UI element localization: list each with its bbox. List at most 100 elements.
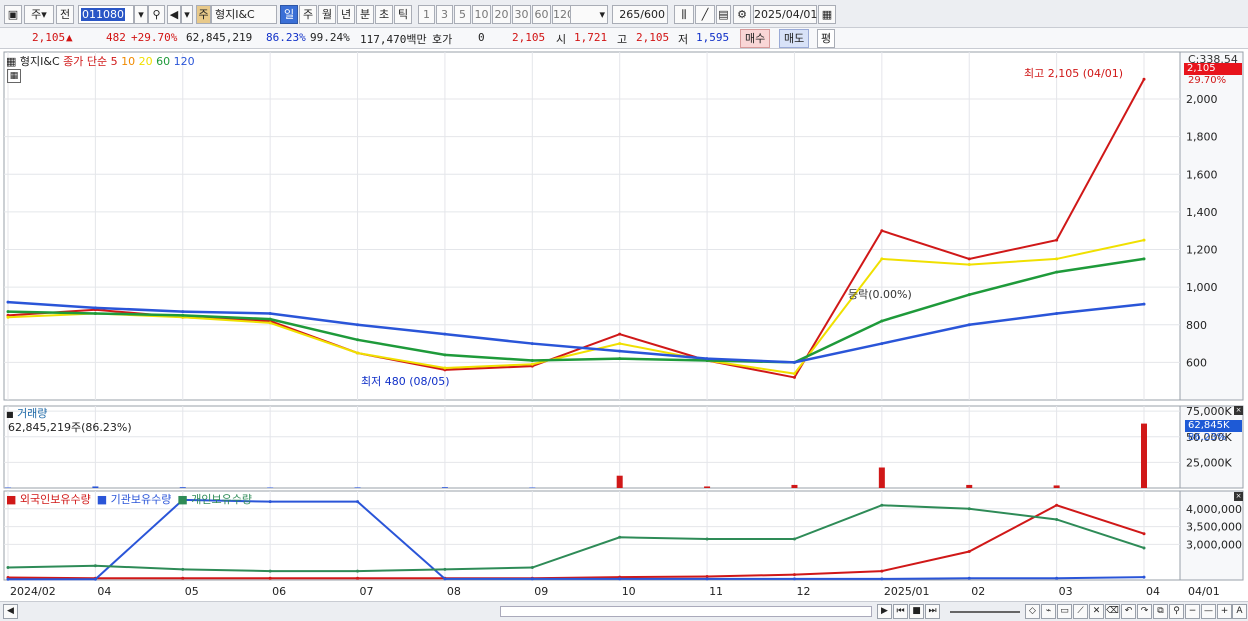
scroll-thumb[interactable] xyxy=(500,606,872,617)
volume-badge: 62,845K xyxy=(1185,420,1242,432)
search-icon[interactable]: ⚲ xyxy=(148,5,165,24)
period-tab-2[interactable]: 월 xyxy=(318,5,336,24)
volume-bar-9 xyxy=(791,484,798,488)
cross-tool-icon[interactable]: ✕ xyxy=(1089,604,1104,619)
holding-close-icon[interactable]: × xyxy=(1234,492,1243,501)
series-point-0-0-11 xyxy=(967,257,971,261)
eraser-icon[interactable]: ⌫ xyxy=(1105,604,1120,619)
zoom-slider[interactable] xyxy=(950,611,1020,613)
calendar-icon[interactable]: ▦ xyxy=(818,5,836,24)
ma-legend-120: 120 xyxy=(170,55,195,68)
candle-type-icon[interactable]: ⫼ xyxy=(674,5,694,24)
open-value: 1,721 xyxy=(574,31,608,44)
interval-button-1[interactable]: 1 xyxy=(418,5,435,24)
x-label-3: 06 xyxy=(272,585,286,598)
series-point-0-3-6 xyxy=(530,342,534,346)
chart-area[interactable]: 2024/02 04 05 06 07 08 09 10 11 12 2025/01 02 03 04 04… xyxy=(0,50,1248,621)
code-dropdown-icon[interactable]: ▾ xyxy=(134,5,148,24)
series-point-2-0-2 xyxy=(181,576,185,580)
interval-button-30[interactable]: 30 xyxy=(512,5,531,24)
interval-button-3[interactable]: 3 xyxy=(436,5,453,24)
interval-button-60[interactable]: 60 xyxy=(532,5,551,24)
y-tick-2-0: 4,000,000 xyxy=(1186,503,1242,516)
period-tab-1[interactable]: 주 xyxy=(299,5,317,24)
undo-icon[interactable]: ↶ xyxy=(1121,604,1136,619)
chart-scrollbar[interactable]: ◀ ▶ ⏮ ■ ⏭ ◇ ⌁ ▭ ⟋ ✕ ⌫ ↶ ↷ ⧉ ⚲ − — + A xyxy=(0,601,1248,621)
zoom-line-icon[interactable]: — xyxy=(1201,604,1216,619)
layout-icon[interactable]: ▣ xyxy=(4,5,22,24)
x-label-7: 10 xyxy=(622,585,636,598)
x-label-right: 04/01 xyxy=(1188,585,1220,598)
lock-icon[interactable]: ▭ xyxy=(1057,604,1072,619)
avg-button[interactable]: 평 xyxy=(817,29,836,48)
interval-button-10[interactable]: 10 xyxy=(472,5,491,24)
period-tab-0[interactable]: 일 xyxy=(280,5,298,24)
interval-button-20[interactable]: 20 xyxy=(492,5,511,24)
volume-marker-icon: ■ xyxy=(6,410,14,419)
series-point-0-2-10 xyxy=(880,319,884,323)
series-point-2-1-12 xyxy=(1055,576,1059,580)
panel-axis-1 xyxy=(1179,405,1244,489)
save-icon[interactable]: ▤ xyxy=(716,5,731,24)
buy-button[interactable]: 매수 xyxy=(740,29,771,48)
stock-name-field[interactable]: 형지I&C xyxy=(211,5,277,24)
volume-close-icon[interactable]: × xyxy=(1234,406,1243,415)
first-page-icon[interactable]: ⏮ xyxy=(893,604,908,619)
y-tick-0-0: 2,000 xyxy=(1186,93,1218,106)
last-page-icon[interactable]: ⏭ xyxy=(925,604,940,619)
series-point-0-0-12 xyxy=(1055,238,1059,242)
stock-code-input[interactable]: 011080 xyxy=(78,5,134,24)
sound-icon[interactable]: ◀ xyxy=(167,5,181,24)
interval-custom-select[interactable]: ▾ xyxy=(570,5,608,24)
series-point-0-0-9 xyxy=(792,375,796,379)
x-label-1: 04 xyxy=(97,585,111,598)
compare-icon[interactable]: ◇ xyxy=(1025,604,1040,619)
series-point-0-1-11 xyxy=(967,263,971,267)
font-size-icon[interactable]: A xyxy=(1232,604,1247,619)
period-tab-3[interactable]: 년 xyxy=(337,5,355,24)
series-point-2-0-4 xyxy=(356,576,360,580)
volume-bar-8 xyxy=(704,486,711,488)
copy-icon[interactable]: ⧉ xyxy=(1153,604,1168,619)
zoom-icon[interactable]: ⚲ xyxy=(1169,604,1184,619)
x-label-4: 07 xyxy=(360,585,374,598)
series-point-0-2-3 xyxy=(268,317,272,321)
scroll-left-icon[interactable]: ◀ xyxy=(3,604,18,619)
series-point-0-3-4 xyxy=(356,323,360,327)
zoom-in-icon[interactable]: + xyxy=(1217,604,1232,619)
y-tick-0-3: 1,400 xyxy=(1186,206,1218,219)
period-tab-4[interactable]: 분 xyxy=(356,5,374,24)
scroll-right-icon[interactable]: ▶ xyxy=(877,604,892,619)
bar-count-field[interactable]: 265/600 xyxy=(612,5,668,24)
series-point-2-2-8 xyxy=(705,537,709,541)
prev-button[interactable]: 전 xyxy=(56,5,74,24)
high-label: 고 xyxy=(617,33,628,46)
redo-icon[interactable]: ↷ xyxy=(1137,604,1152,619)
bid-label: 호가 xyxy=(432,33,453,46)
trend-tool-icon[interactable]: ⟋ xyxy=(1073,604,1088,619)
gear-icon[interactable]: ⚙ xyxy=(733,5,751,24)
market-select[interactable]: 주▾ xyxy=(24,5,54,24)
chart-canvas[interactable]: 2024/02 04 05 06 07 08 09 10 11 12 2025/01 02 03 04 04… xyxy=(0,50,1248,601)
interval-button-5[interactable]: 5 xyxy=(454,5,471,24)
date-field[interactable]: 2025/04/01 xyxy=(753,5,817,24)
indicator-settings-icon[interactable]: ▦ xyxy=(7,69,21,83)
draw-tool-icon[interactable]: ╱ xyxy=(695,5,715,24)
stop-icon[interactable]: ■ xyxy=(909,604,924,619)
x-label-5: 08 xyxy=(447,585,461,598)
sell-button[interactable]: 매도 xyxy=(779,29,810,48)
series-point-2-1-6 xyxy=(530,577,534,581)
volume-bar-4 xyxy=(354,487,361,488)
x-label-9: 12 xyxy=(796,585,810,598)
link-icon[interactable]: ⌁ xyxy=(1041,604,1056,619)
period-tab-5[interactable]: 초 xyxy=(375,5,393,24)
volume-bar-2 xyxy=(179,487,186,488)
period-tab-6[interactable]: 틱 xyxy=(394,5,412,24)
market-label: 주 xyxy=(31,8,42,21)
series-point-0-2-6 xyxy=(530,358,534,362)
series-point-0-3-10 xyxy=(880,342,884,346)
volume-bar-12 xyxy=(1053,485,1060,488)
series-point-0-3-9 xyxy=(792,360,796,364)
zoom-out-icon[interactable]: − xyxy=(1185,604,1200,619)
sound-dropdown-icon[interactable]: ▾ xyxy=(181,5,193,24)
